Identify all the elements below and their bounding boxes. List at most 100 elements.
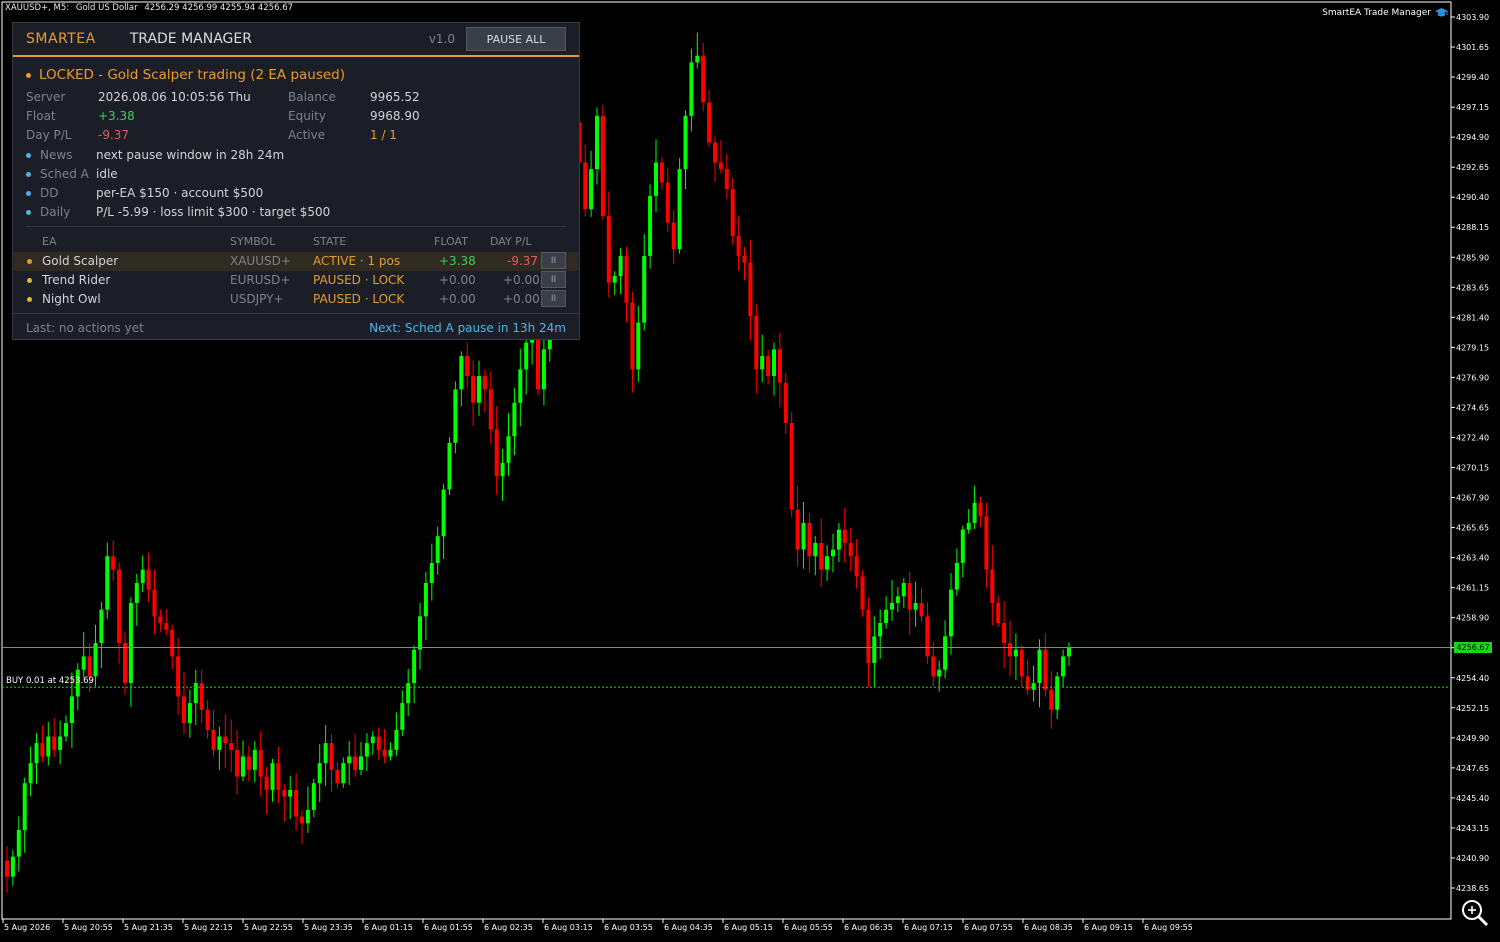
- pause-ea-button[interactable]: II: [541, 290, 566, 307]
- candle-body: [925, 616, 930, 657]
- price-tick-label: 4281.40: [1456, 313, 1489, 322]
- price-axis: 4303.90 4301.65 4299.40 4297.15 4294.90 4292.…: [1451, 13, 1489, 893]
- candle-body: [347, 756, 352, 764]
- candle-body: [335, 769, 340, 784]
- candle-body: [388, 749, 393, 757]
- ea-row-night-owl[interactable]: Night Owl USDJPY+ PAUSED · LOCK +0.00 +0…: [14, 290, 578, 309]
- candle-body: [1002, 623, 1007, 644]
- sched-dot-icon: [26, 171, 31, 177]
- candle-body: [760, 356, 765, 370]
- ea-float: +3.38: [439, 254, 476, 268]
- candle-body: [600, 115, 605, 216]
- candle-body: [742, 255, 747, 263]
- price-tick-label: 4243.15: [1456, 824, 1489, 833]
- candle-body: [176, 656, 181, 697]
- candle-body: [394, 729, 399, 750]
- candle-body: [801, 522, 806, 550]
- ea-state: ACTIVE · 1 pos: [313, 254, 401, 268]
- candle-body: [884, 609, 889, 624]
- candle-body: [931, 656, 936, 677]
- candle-body: [583, 162, 588, 210]
- candle-body: [783, 382, 788, 423]
- candle-body: [636, 322, 641, 370]
- candle-body: [246, 756, 251, 770]
- candle-body: [990, 569, 995, 604]
- col-header-state: STATE: [313, 235, 347, 248]
- candle-body: [854, 556, 859, 577]
- candle-body: [683, 115, 688, 170]
- ea-row-gold-scalper[interactable]: Gold Scalper XAUUSD+ ACTIVE · 1 pos +3.3…: [14, 252, 578, 271]
- candle-body: [671, 222, 676, 250]
- candle-body: [1025, 676, 1030, 690]
- active-row: Active 1 / 1: [288, 128, 397, 142]
- candle-body: [441, 489, 446, 537]
- candle-body: [813, 542, 818, 557]
- price-tick-label: 4265.65: [1456, 524, 1489, 533]
- balance-value: 9965.52: [370, 90, 420, 104]
- candle-body: [134, 582, 139, 604]
- panel-version: v1.0: [428, 32, 455, 46]
- price-tick-label: 4290.40: [1456, 193, 1489, 202]
- candle-body: [58, 736, 63, 750]
- candle-body: [123, 643, 127, 684]
- price-tick-label: 4279.15: [1456, 343, 1489, 352]
- candle-body: [1008, 643, 1012, 657]
- candle-body: [1049, 689, 1054, 710]
- graduation-cap-icon: [1435, 8, 1448, 17]
- candle-body: [5, 860, 9, 877]
- candle-body: [689, 62, 694, 116]
- time-axis: 5 Aug 2026 5 Aug 20:55 5 Aug 21:35 5 Aug 22…: [2, 919, 1193, 932]
- price-tick-label: 4238.65: [1456, 884, 1489, 893]
- candle-body: [996, 603, 1001, 624]
- candle-body: [329, 743, 334, 770]
- zoom-magnifier-icon[interactable]: [1460, 898, 1490, 928]
- ea-name: Trend Rider: [42, 273, 111, 287]
- candle-body: [494, 429, 499, 477]
- news-label: News: [40, 148, 73, 162]
- candle-body: [724, 169, 729, 190]
- col-header-daypl: DAY P/L: [490, 235, 532, 248]
- candle-body: [842, 529, 847, 543]
- candle-body: [40, 743, 45, 757]
- candle-body: [465, 356, 470, 377]
- candle-body: [695, 55, 700, 63]
- sched-label: Sched A: [40, 167, 89, 181]
- pause-all-button[interactable]: PAUSE ALL: [466, 27, 566, 51]
- candle-body: [52, 736, 57, 750]
- candle-body: [831, 549, 835, 557]
- candle-body: [69, 696, 74, 724]
- candle-body: [146, 569, 151, 590]
- candle-body: [140, 569, 145, 583]
- candle-body: [429, 562, 434, 583]
- candle-body: [919, 603, 924, 617]
- candle-body: [866, 609, 871, 664]
- ea-row-trend-rider[interactable]: Trend Rider EURUSD+ PAUSED · LOCK +0.00 …: [14, 271, 578, 290]
- price-tick-label: 4258.90: [1456, 614, 1489, 623]
- candle-body: [376, 736, 381, 750]
- candle-body: [182, 696, 186, 724]
- candle-body: [1031, 683, 1036, 690]
- time-tick-label: 5 Aug 21:35: [124, 923, 173, 932]
- price-tick-label: 4240.90: [1456, 854, 1489, 863]
- col-header-ea: EA: [42, 235, 57, 248]
- candle-body: [128, 603, 133, 684]
- candle-body: [359, 756, 363, 770]
- candle-body: [984, 516, 989, 570]
- current-price-tag: 4256.67: [1454, 641, 1492, 653]
- candle-body: [789, 422, 794, 510]
- time-tick-label: 6 Aug 05:55: [784, 923, 833, 932]
- pause-ea-button[interactable]: II: [541, 271, 566, 288]
- lock-status: LOCKED - Gold Scalper trading (2 EA paus…: [26, 67, 345, 83]
- candle-body: [648, 195, 653, 256]
- candle-body: [677, 169, 682, 250]
- time-tick-label: 6 Aug 01:55: [424, 923, 473, 932]
- panel-title: TRADE MANAGER: [129, 31, 252, 47]
- candle-body: [895, 596, 900, 604]
- candle-body: [1043, 649, 1048, 690]
- pause-ea-button[interactable]: II: [541, 252, 566, 269]
- candle-body: [937, 669, 942, 677]
- time-tick-label: 6 Aug 03:55: [604, 923, 653, 932]
- candle-body: [901, 582, 906, 597]
- buy-order-label[interactable]: BUY 0.01 at 4253.69: [6, 676, 94, 686]
- candle-body: [288, 789, 293, 797]
